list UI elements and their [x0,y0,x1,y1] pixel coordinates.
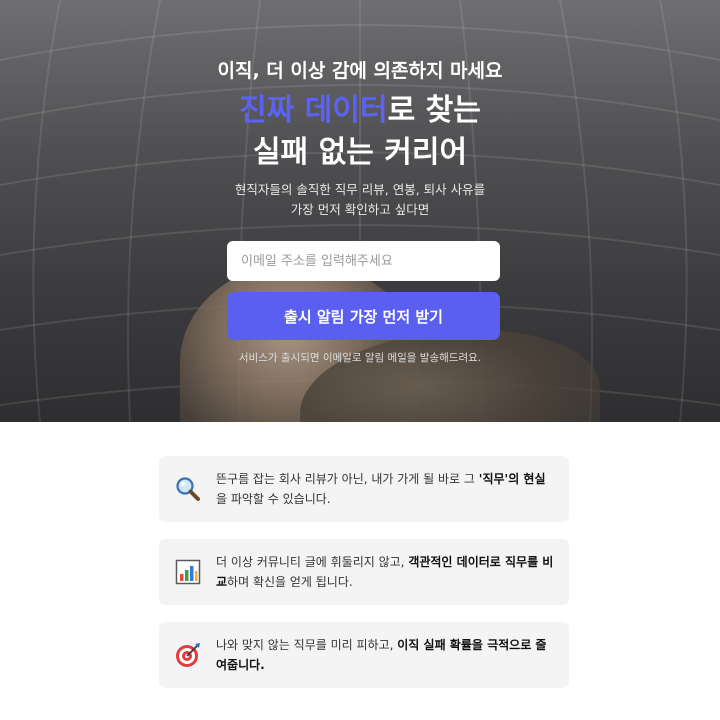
headline-rest: 로 찾는 [387,93,481,128]
feature-text: 나와 맞지 않는 직무를 미리 피하고, 이직 실패 확률을 극적으로 줄여줍니… [216,638,547,672]
hero-section: 이직, 더 이상 감에 의존하지 마세요 진짜 데이터로 찾는 실패 없는 커리… [0,0,720,422]
subtitle-line-2: 가장 먼저 확인하고 싶다면 [290,202,430,217]
features-section: 뜬구름 잡는 회사 리뷰가 아닌, 내가 가게 될 바로 그 '직무'의 현실을… [0,422,720,720]
feature-card-fail-rate: 나와 맞지 않는 직무를 미리 피하고, 이직 실패 확률을 극적으로 줄여줍니… [159,622,569,688]
notify-signup-button[interactable]: 출시 알림 가장 먼저 받기 [227,292,500,340]
hero-eyebrow: 이직, 더 이상 감에 의존하지 마세요 [217,60,503,82]
headline-line-2: 실패 없는 커리어 [252,135,468,170]
email-input[interactable] [227,241,500,281]
hero-content: 이직, 더 이상 감에 의존하지 마세요 진짜 데이터로 찾는 실패 없는 커리… [0,0,720,422]
hero-headline: 진짜 데이터로 찾는 실패 없는 커리어 [0,90,720,174]
feature-text: 더 이상 커뮤니티 글에 휘둘리지 않고, 객관적인 데이터로 직무를 비교하며… [216,555,554,589]
headline-accent: 진짜 데이터 [239,93,388,128]
bar-chart-icon [175,559,201,585]
subtitle-line-1: 현직자들의 솔직한 직무 리뷰, 연봉, 퇴사 사유를 [234,182,486,197]
target-icon [176,643,200,667]
feature-card-job-reality: 뜬구름 잡는 회사 리뷰가 아닌, 내가 가게 될 바로 그 '직무'의 현실을… [159,456,569,522]
hero-subtitle: 현직자들의 솔직한 직무 리뷰, 연봉, 퇴사 사유를 가장 먼저 확인하고 싶… [0,180,720,220]
signup-note: 서비스가 출시되면 이메일로 알림 메일을 발송해드려요. [238,352,482,364]
feature-card-data-compare: 더 이상 커뮤니티 글에 휘둘리지 않고, 객관적인 데이터로 직무를 비교하며… [159,539,569,605]
feature-text: 뜬구름 잡는 회사 리뷰가 아닌, 내가 가게 될 바로 그 '직무'의 현실을… [216,472,546,506]
headline-line-1: 진짜 데이터로 찾는 [0,90,720,132]
magnifier-icon [176,477,200,501]
